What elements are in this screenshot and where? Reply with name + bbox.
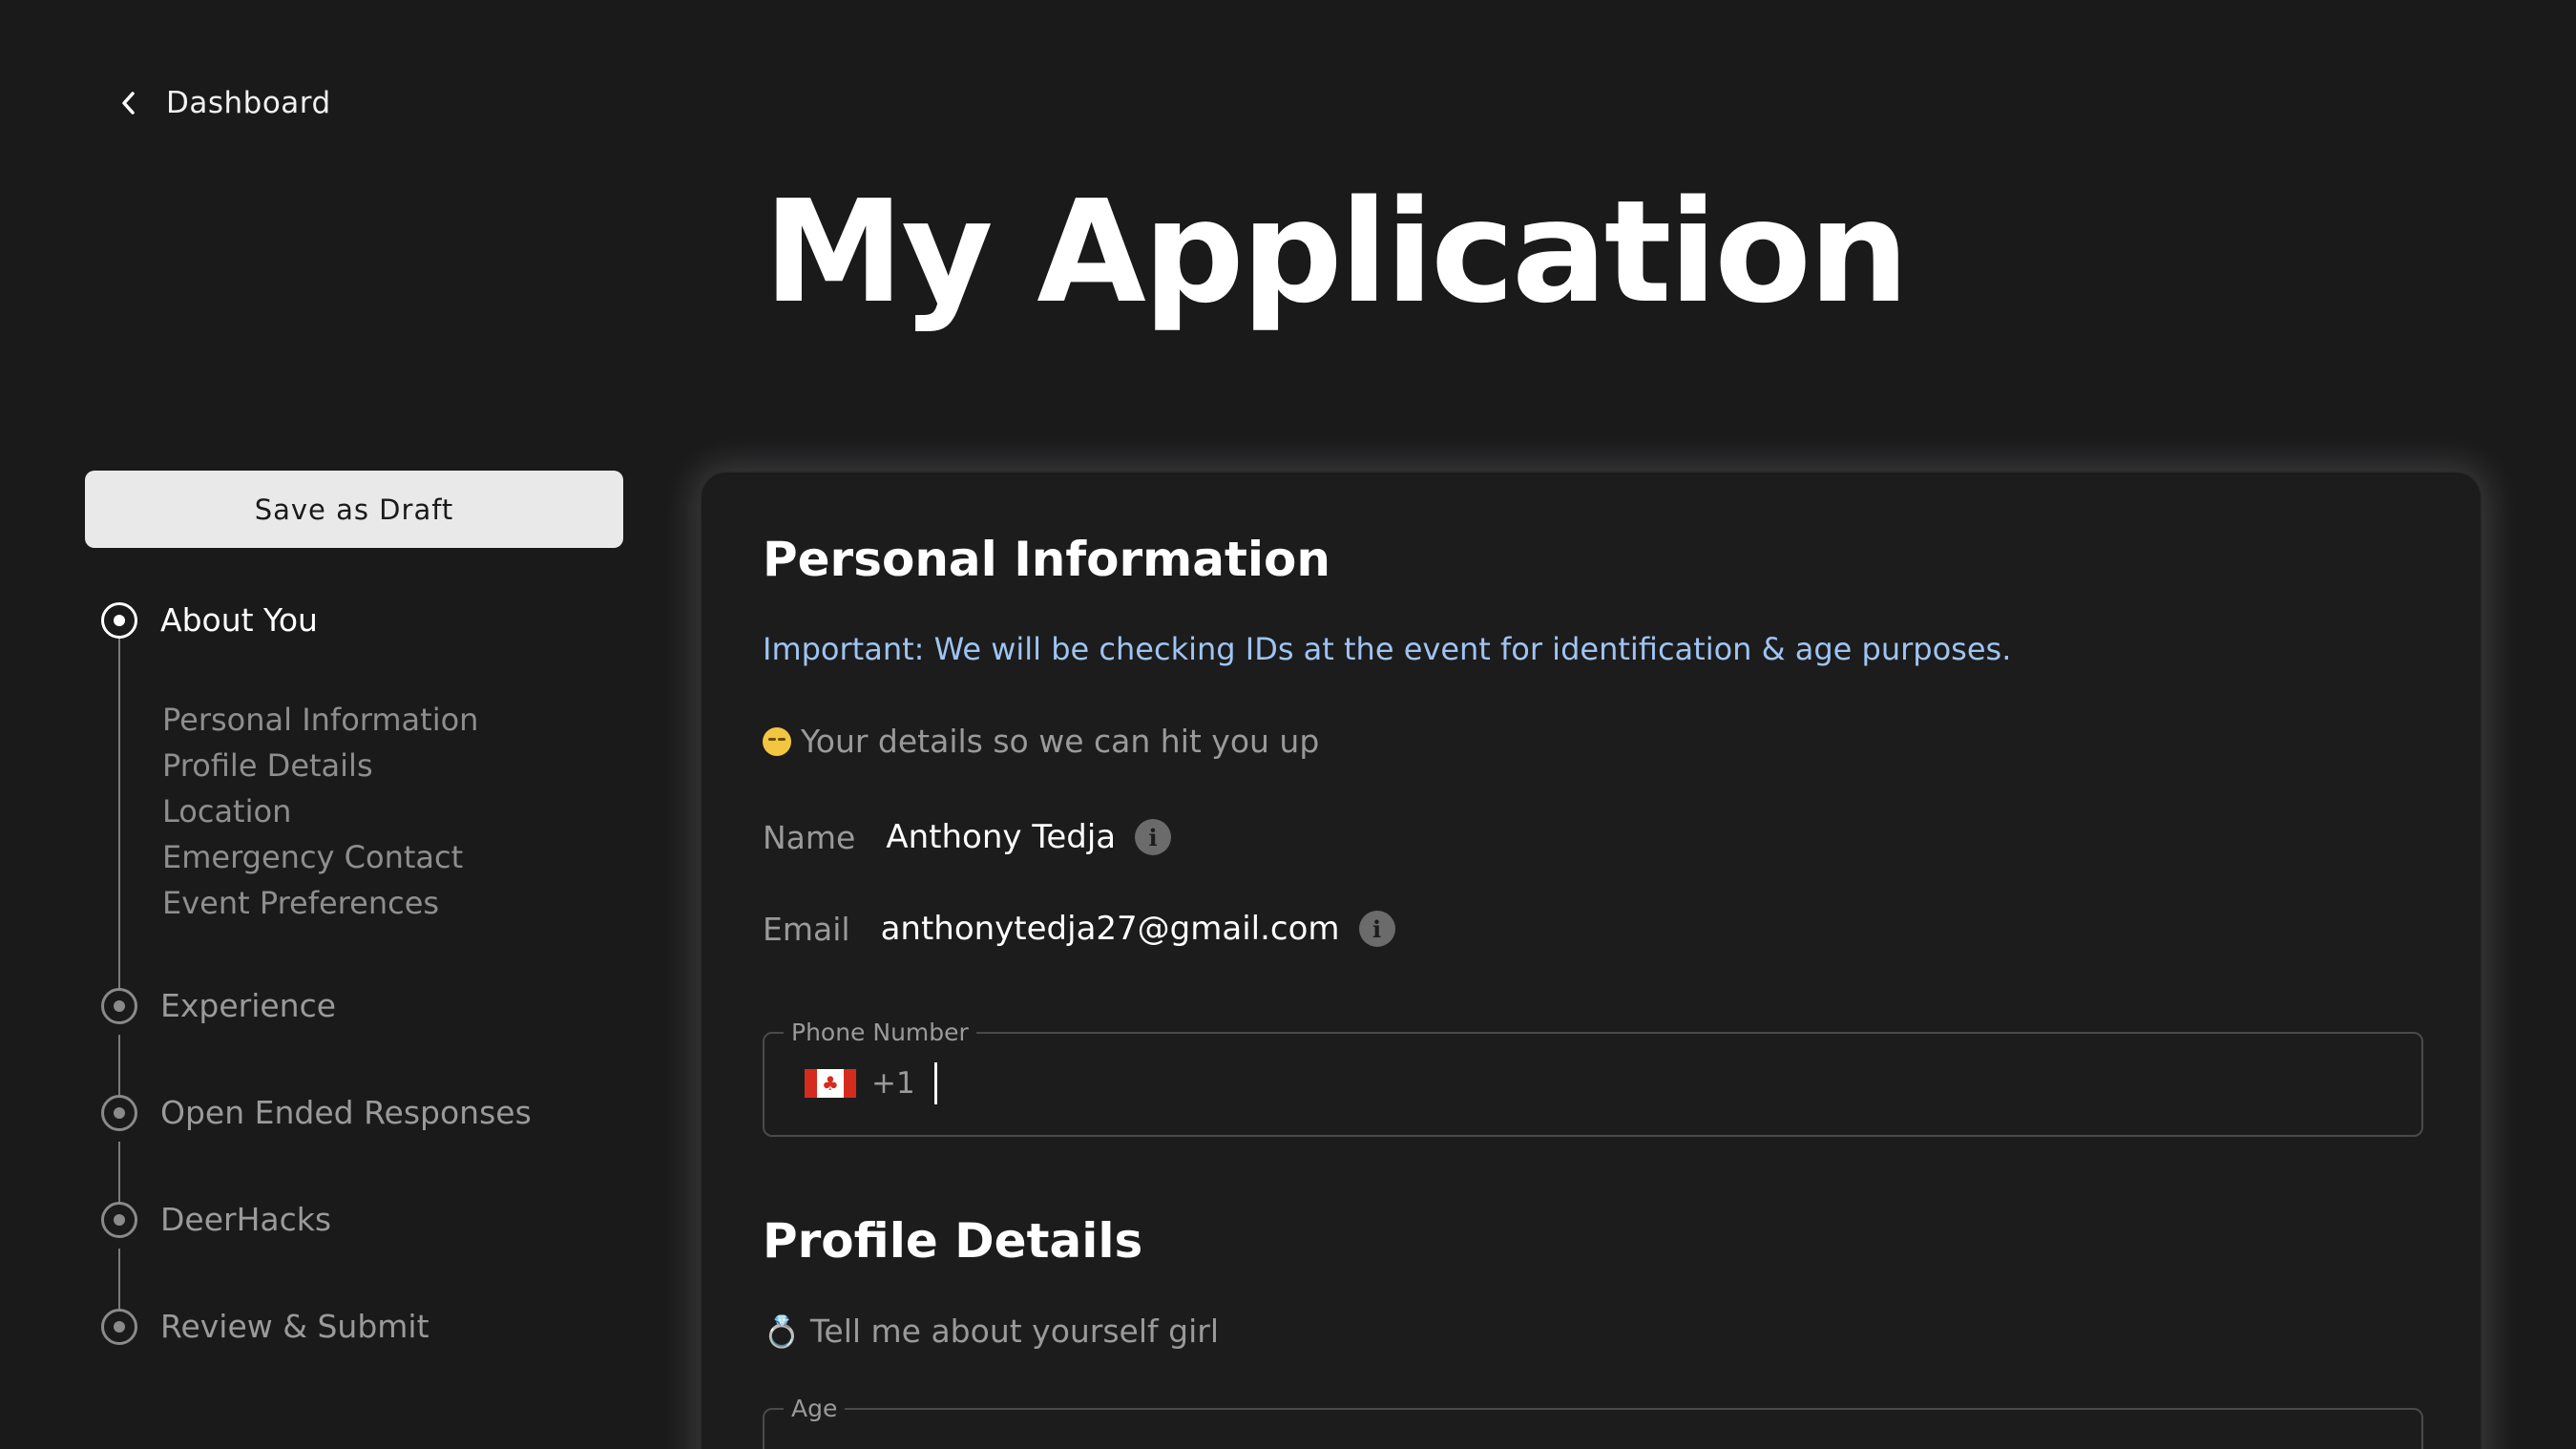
email-field-row: Email anthonytedja27@gmail.com i [763,910,1395,948]
step-review-submit[interactable]: Review & Submit [101,1308,429,1345]
step-about-you[interactable]: About You [101,601,318,639]
age-label: Age [784,1395,846,1422]
personal-subtitle-text: Your details so we can hit you up [801,723,1320,760]
step-connector-line [118,638,120,1008]
step-indicator-icon [101,1201,137,1238]
smirk-emoji-icon [763,726,791,756]
name-label: Name [763,818,856,856]
profile-subtitle-text: Tell me about yourself girl [809,1312,1219,1350]
step-deerhacks[interactable]: DeerHacks [101,1201,331,1238]
canada-flag-icon[interactable]: ♣ [805,1069,856,1098]
age-field[interactable]: Age [763,1395,2423,1449]
name-value: Anthony Tedja [886,818,1117,856]
substep-location[interactable]: Location [162,788,478,834]
step-indicator-icon [101,987,137,1024]
info-icon[interactable]: i [1135,819,1172,855]
step-label: Experience [160,987,337,1024]
substep-personal-information[interactable]: Personal Information [162,697,478,743]
back-link-label: Dashboard [166,86,331,120]
phone-number-field[interactable]: Phone Number ♣ +1 [763,1018,2423,1137]
text-cursor [933,1062,937,1104]
chevron-left-icon [115,90,141,116]
profile-details-heading: Profile Details [763,1213,1143,1269]
personal-subtitle: Your details so we can hit you up [763,723,1319,760]
phone-dial-code: +1 [871,1066,915,1101]
application-page: Dashboard My Application Save as Draft A… [0,0,2576,1449]
page-title: My Application [764,170,1909,334]
name-field-row: Name Anthony Tedja i [763,818,1172,856]
substep-profile-details[interactable]: Profile Details [162,743,478,788]
substep-emergency-contact[interactable]: Emergency Contact [162,834,478,880]
profile-subtitle: 💍 Tell me about yourself girl [763,1312,1219,1350]
personal-information-heading: Personal Information [763,532,1330,587]
step-label: Review & Submit [160,1308,429,1345]
back-to-dashboard-link[interactable]: Dashboard [115,86,331,120]
step-open-ended-responses[interactable]: Open Ended Responses [101,1094,532,1131]
id-check-notice: Important: We will be checking IDs at th… [763,631,2012,667]
step-label: Open Ended Responses [160,1094,532,1131]
step-indicator-icon [101,1094,137,1131]
step-active-indicator-icon [101,601,137,639]
phone-input-content: ♣ +1 [805,1062,953,1104]
phone-number-label: Phone Number [784,1018,976,1046]
email-value: anthonytedja27@gmail.com [880,910,1340,948]
about-you-substeps: Personal Information Profile Details Loc… [162,697,478,926]
ring-icon: 💍 [763,1312,801,1350]
step-label: About You [160,601,318,639]
step-experience[interactable]: Experience [101,987,336,1024]
info-icon[interactable]: i [1358,911,1395,947]
save-as-draft-button[interactable]: Save as Draft [85,471,623,548]
step-indicator-icon [101,1308,137,1345]
email-label: Email [763,910,850,948]
application-form-card: Personal Information Important: We will … [700,471,2482,1449]
step-label: DeerHacks [160,1201,332,1238]
substep-event-preferences[interactable]: Event Preferences [162,880,478,926]
